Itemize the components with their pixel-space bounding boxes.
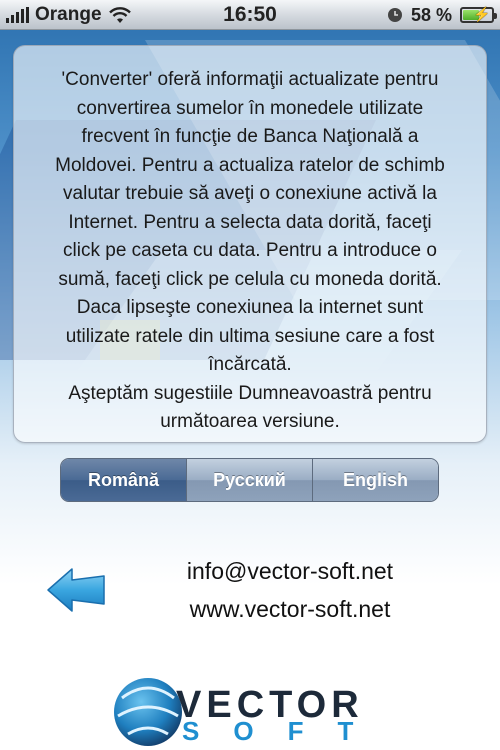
status-bar-right: 58 % ⚡	[387, 4, 497, 26]
battery-charging-icon: ⚡	[460, 6, 497, 23]
info-card: 'Converter' oferă informaţii actualizate…	[13, 45, 487, 443]
logo-text-soft: SOFT	[182, 716, 388, 746]
language-option-romana[interactable]: Română	[61, 459, 187, 501]
contact-email[interactable]: info@vector-soft.net	[160, 558, 420, 585]
info-text: 'Converter' oferă informaţii actualizate…	[55, 69, 445, 432]
vector-soft-logo: VECTOR SOFT	[108, 668, 398, 750]
language-option-russian[interactable]: Русский	[187, 459, 313, 501]
contact-website[interactable]: www.vector-soft.net	[160, 596, 420, 623]
back-arrow-icon[interactable]	[44, 566, 108, 614]
charging-bolt-icon: ⚡	[473, 6, 491, 22]
language-selector: Română Русский English	[60, 458, 439, 502]
language-option-english[interactable]: English	[313, 459, 438, 501]
battery-percent: 58 %	[410, 4, 452, 25]
status-bar: Orange 16:50 58 % ⚡	[0, 0, 500, 30]
alarm-clock-icon	[387, 8, 402, 22]
